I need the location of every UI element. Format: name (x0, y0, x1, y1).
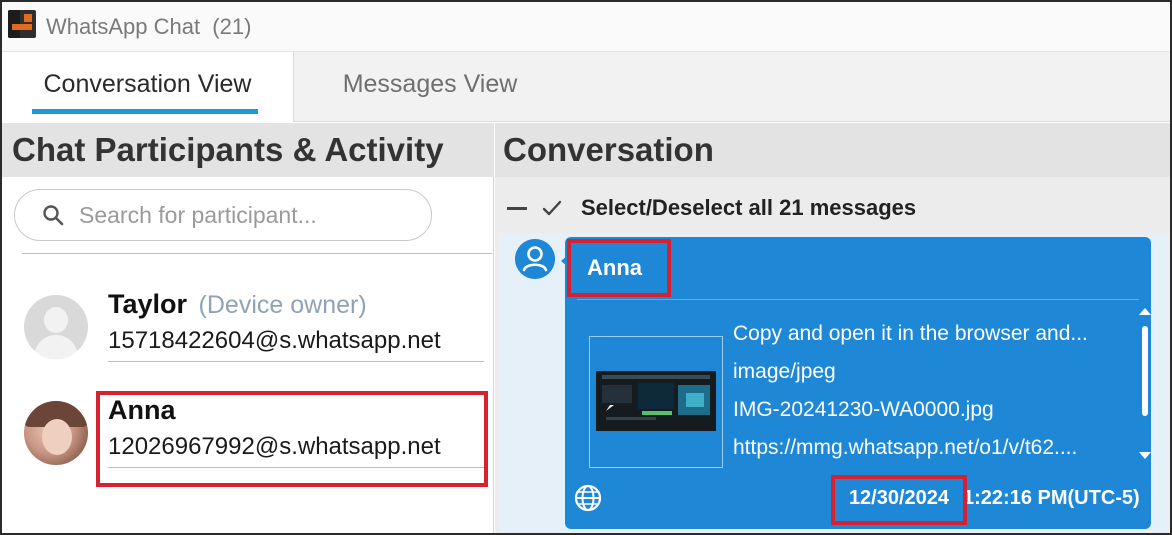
user-avatar-icon (515, 239, 555, 279)
select-all-toggle[interactable]: Select/Deselect all 21 messages (495, 183, 1170, 233)
attachment-thumbnail[interactable] (589, 336, 723, 468)
highlight-box (96, 391, 488, 487)
app-window: WhatsApp Chat (21) Conversation View Mes… (0, 0, 1172, 535)
app-icon (8, 10, 36, 38)
checkmark-icon (542, 200, 562, 216)
message-list: Anna Copy and open it in the browser and… (499, 233, 1170, 533)
attachment-url[interactable]: https://mmg.whatsapp.net/o1/v/t62.... (733, 436, 1077, 460)
participants-header: Chat Participants & Activity (2, 123, 494, 177)
participant-id: 15718422604@s.whatsapp.net (108, 327, 441, 354)
tab-label: Messages View (342, 70, 518, 98)
scroll-down-icon[interactable] (1139, 452, 1151, 459)
tab-messages-view[interactable]: Messages View (295, 52, 565, 122)
active-tab-indicator (32, 109, 258, 114)
avatar (24, 401, 88, 465)
title-bar: WhatsApp Chat (21) (2, 2, 1170, 52)
message-time: 1:22:16 PM(UTC-5) (963, 487, 1140, 509)
divider (108, 361, 484, 362)
highlight-box (567, 239, 671, 297)
search-icon (43, 205, 64, 226)
attachment-filename: IMG-20241230-WA0000.jpg (733, 398, 994, 421)
highlight-box (831, 475, 967, 525)
scroll-thumb[interactable] (1142, 326, 1148, 416)
scroll-up-icon[interactable] (1139, 308, 1151, 315)
attachment-caption: Copy and open it in the browser and... (733, 322, 1088, 345)
participant-search[interactable] (14, 189, 432, 241)
tab-label: Conversation View (43, 70, 252, 98)
participant-item-taylor[interactable]: Taylor (Device owner) 15718422604@s.what… (2, 283, 494, 375)
globe-icon (574, 484, 602, 512)
window-title: WhatsApp Chat (21) (46, 14, 252, 39)
conversation-header: Conversation (495, 123, 1170, 177)
device-owner-tag: (Device owner) (198, 291, 367, 319)
participants-heading: Chat Participants & Activity (12, 131, 444, 168)
avatar (24, 295, 88, 359)
divider (22, 253, 492, 254)
attachment-scrollbar[interactable] (1135, 302, 1155, 488)
search-input[interactable] (79, 200, 419, 230)
conversation-panel: Conversation Select/Deselect all 21 mess… (495, 123, 1170, 533)
tab-conversation-view[interactable]: Conversation View (2, 52, 294, 122)
message-bubble[interactable]: Anna Copy and open it in the browser and… (565, 237, 1151, 529)
select-all-label: Select/Deselect all 21 messages (581, 195, 917, 220)
conversation-heading: Conversation (503, 131, 714, 168)
attachment-card[interactable]: Copy and open it in the browser and... i… (577, 299, 1151, 491)
view-tabs: Conversation View Messages View (2, 52, 1170, 122)
attachment-mime-type: image/jpeg (733, 360, 836, 383)
image-preview (596, 371, 716, 431)
participants-panel: Chat Participants & Activity Taylor (Dev… (2, 123, 494, 533)
participant-name: Taylor (108, 289, 188, 319)
collapse-icon (507, 207, 527, 210)
